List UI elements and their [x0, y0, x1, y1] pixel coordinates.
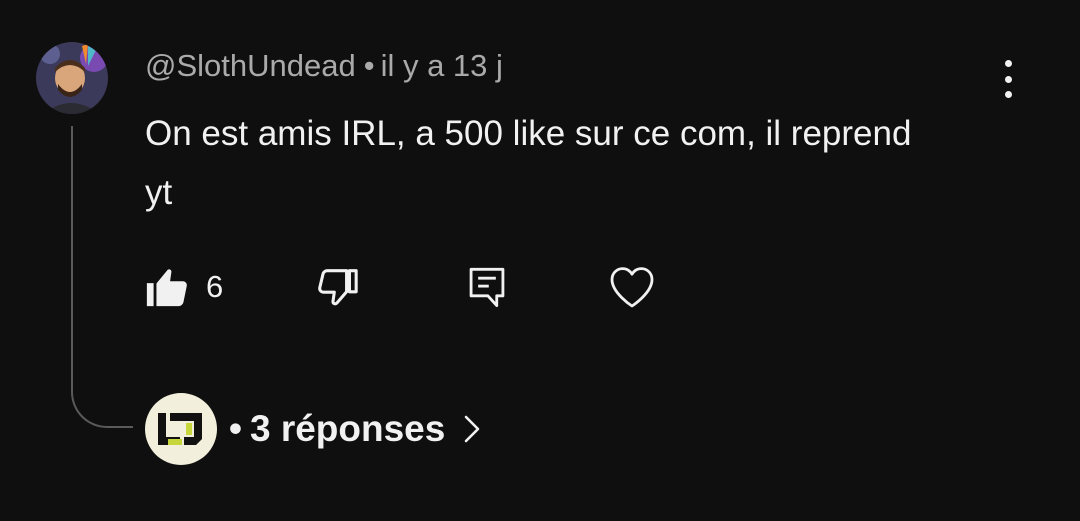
comment-timestamp: il y a 13 j — [380, 48, 503, 83]
thread-connector-line — [71, 126, 133, 428]
comment-meta: @SlothUndead • il y a 13 j — [145, 48, 503, 84]
more-options-button[interactable] — [990, 56, 1026, 102]
channel-logo-avatar-icon — [158, 413, 202, 445]
love-button[interactable] — [608, 262, 656, 312]
author-name[interactable]: @SlothUndead — [145, 48, 356, 83]
more-vertical-icon-dot — [1004, 75, 1012, 83]
author-avatar[interactable] — [36, 42, 108, 114]
meta-separator: • — [363, 48, 375, 83]
user-avatar-photo-icon — [36, 42, 108, 114]
replies-count-label: • 3 réponses — [229, 408, 445, 450]
reply-author-avatar — [145, 393, 217, 465]
view-replies-button[interactable]: • 3 réponses — [145, 392, 481, 466]
like-button[interactable]: 6 — [144, 262, 223, 312]
like-count: 6 — [206, 269, 224, 304]
replies-separator: • — [229, 408, 242, 449]
replies-count-text: 3 réponses — [249, 408, 446, 449]
reply-button[interactable] — [465, 262, 509, 312]
thumb-down-icon — [318, 269, 358, 306]
comment-screen: @SlothUndead • il y a 13 j On est amis IRL… — [0, 0, 1080, 521]
dislike-button[interactable] — [314, 262, 360, 312]
heart-outline-icon — [610, 267, 654, 308]
thumb-up-filled-icon — [146, 269, 187, 307]
comment-text: On est amis IRL, a 500 like sur ce com, … — [145, 114, 912, 212]
chevron-right-icon — [463, 414, 481, 444]
more-vertical-icon-dot — [1004, 91, 1012, 98]
reply-comment-icon — [469, 267, 505, 307]
more-vertical-icon-dot — [1004, 60, 1012, 67]
